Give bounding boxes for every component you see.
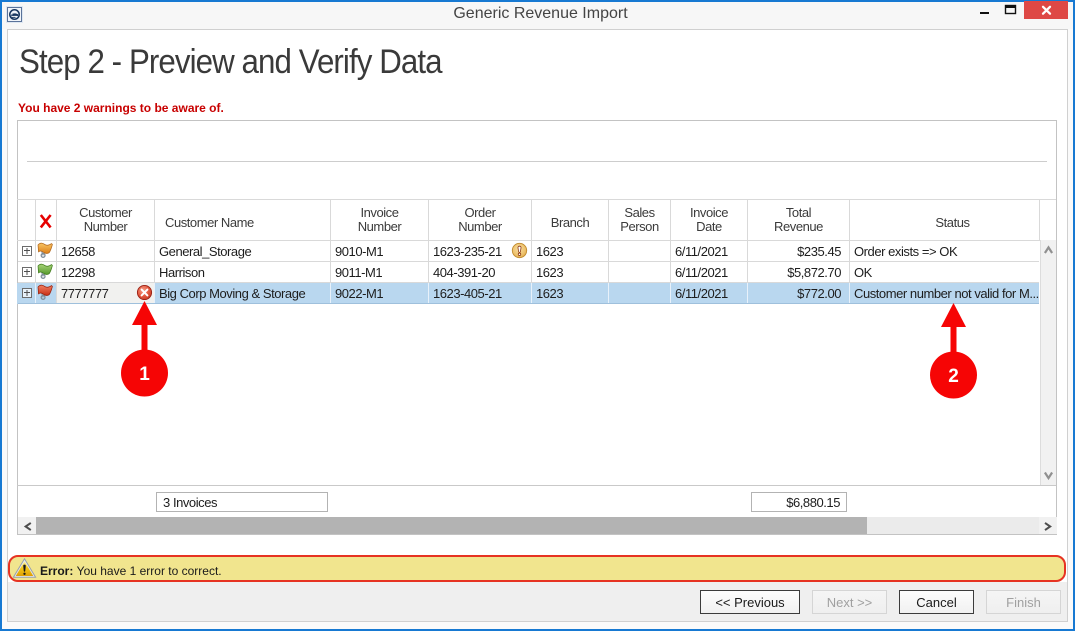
- svg-text:1: 1: [139, 364, 150, 385]
- svg-text:2: 2: [948, 366, 959, 387]
